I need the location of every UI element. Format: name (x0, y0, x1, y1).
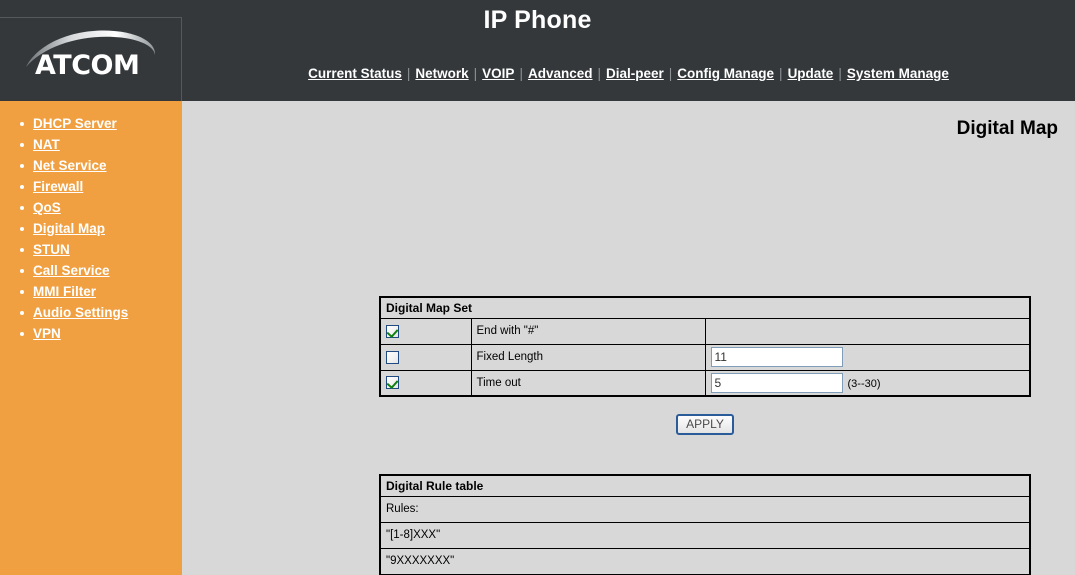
time-out-range-hint: (3--30) (847, 377, 881, 390)
nav-item-voip[interactable]: VOIP (481, 66, 515, 81)
sidebar-item-label[interactable]: Call Service (33, 263, 110, 278)
page-title: Digital Map (956, 118, 1058, 139)
sidebar-item-dhcp-server[interactable]: DHCP Server (0, 113, 182, 134)
sidebar-item-label[interactable]: NAT (33, 137, 60, 152)
table-row: Fixed Length (379, 343, 1031, 371)
atcom-logo: ATCOM (22, 26, 162, 88)
sidebar-item-label[interactable]: Digital Map (33, 221, 105, 236)
nav-separator: | (406, 66, 411, 81)
time-out-value-cell: (3--30) (704, 369, 1031, 397)
end-with-hash-label: End with "#" (470, 317, 706, 345)
nav-separator: | (597, 66, 601, 81)
sidebar-item-mmi-filter[interactable]: MMI Filter (0, 281, 182, 302)
sidebar-item-label[interactable]: QoS (33, 200, 61, 215)
table-header-row: Digital Map Set (379, 296, 1031, 319)
nav-item-update[interactable]: Update (787, 66, 835, 81)
nav-separator: | (838, 66, 842, 81)
end-with-hash-checkbox-cell[interactable] (379, 317, 472, 345)
apply-button-container: APPLY (379, 414, 1031, 435)
content-area: Digital Map Digital Map Set End with "#"… (182, 101, 1075, 575)
main-navigation: Current Status | Network | VOIP | Advanced | Dia… (182, 66, 1075, 81)
table-row[interactable]: "9XXXXXXX" (379, 547, 1031, 575)
rule-item[interactable]: "9XXXXXXX" (379, 547, 1031, 575)
nav-separator: | (779, 66, 783, 81)
table-row: Rules: (379, 495, 1031, 523)
page-body: DHCP Server NAT Net Service Firewall QoS… (0, 101, 1075, 575)
sidebar-item-firewall[interactable]: Firewall (0, 176, 182, 197)
digital-rule-table: Digital Rule table Rules: "[1-8]XXX" "9X… (379, 474, 1031, 575)
page-header: ATCOM IP Phone Current Status | Network | VO… (0, 0, 1075, 101)
sidebar-item-stun[interactable]: STUN (0, 239, 182, 260)
sidebar-item-label[interactable]: Net Service (33, 158, 107, 173)
nav-separator: | (519, 66, 523, 81)
table-header-row: Digital Rule table (379, 474, 1031, 497)
time-out-checkbox-cell[interactable] (379, 369, 472, 397)
nav-item-network[interactable]: Network (414, 66, 469, 81)
nav-item-system-manage[interactable]: System Manage (846, 66, 950, 81)
end-with-hash-checkbox[interactable] (386, 324, 399, 338)
logo-text: ATCOM (35, 50, 140, 81)
sidebar-item-vpn[interactable]: VPN (0, 323, 182, 344)
sidebar-item-net-service[interactable]: Net Service (0, 155, 182, 176)
table-row: Time out (3--30) (379, 369, 1031, 397)
digital-rule-table-header: Digital Rule table (379, 474, 1031, 497)
sidebar-menu: DHCP Server NAT Net Service Firewall QoS… (0, 101, 182, 344)
digital-map-set-header: Digital Map Set (379, 296, 1031, 319)
sidebar-item-qos[interactable]: QoS (0, 197, 182, 218)
sidebar-item-label[interactable]: Audio Settings (33, 305, 128, 320)
time-out-input[interactable] (710, 372, 843, 393)
nav-item-advanced[interactable]: Advanced (527, 66, 594, 81)
fixed-length-value-cell (704, 343, 1031, 371)
sidebar: DHCP Server NAT Net Service Firewall QoS… (0, 101, 182, 575)
table-row[interactable]: "[1-8]XXX" (379, 521, 1031, 549)
time-out-checkbox[interactable] (386, 376, 399, 390)
app-title: IP Phone (483, 6, 592, 34)
sidebar-item-label[interactable]: MMI Filter (33, 284, 96, 299)
sidebar-item-label[interactable]: Firewall (33, 179, 83, 194)
sidebar-item-digital-map[interactable]: Digital Map (0, 218, 182, 239)
rule-item[interactable]: "[1-8]XXX" (379, 521, 1031, 549)
sidebar-item-label[interactable]: STUN (33, 242, 70, 257)
nav-separator: | (473, 66, 478, 81)
fixed-length-input[interactable] (710, 347, 843, 367)
rules-label: Rules: (379, 495, 1031, 523)
sidebar-item-call-service[interactable]: Call Service (0, 260, 182, 281)
sidebar-item-label[interactable]: DHCP Server (33, 116, 117, 131)
sidebar-item-audio-settings[interactable]: Audio Settings (0, 302, 182, 323)
fixed-length-checkbox[interactable] (386, 350, 399, 364)
nav-item-config-manage[interactable]: Config Manage (676, 66, 775, 81)
nav-item-current-status[interactable]: Current Status (307, 66, 403, 81)
nav-separator: | (668, 66, 673, 81)
sidebar-item-label[interactable]: VPN (33, 326, 61, 341)
sidebar-item-nat[interactable]: NAT (0, 134, 182, 155)
digital-map-set-table: Digital Map Set End with "#" Fixed Lengt… (379, 296, 1031, 397)
fixed-length-checkbox-cell[interactable] (379, 343, 472, 371)
table-row: End with "#" (379, 317, 1031, 345)
fixed-length-label: Fixed Length (470, 343, 706, 371)
end-with-hash-value-cell (704, 317, 1031, 345)
apply-button[interactable]: APPLY (676, 414, 734, 435)
nav-item-dial-peer[interactable]: Dial-peer (605, 66, 665, 81)
time-out-label: Time out (470, 369, 706, 397)
